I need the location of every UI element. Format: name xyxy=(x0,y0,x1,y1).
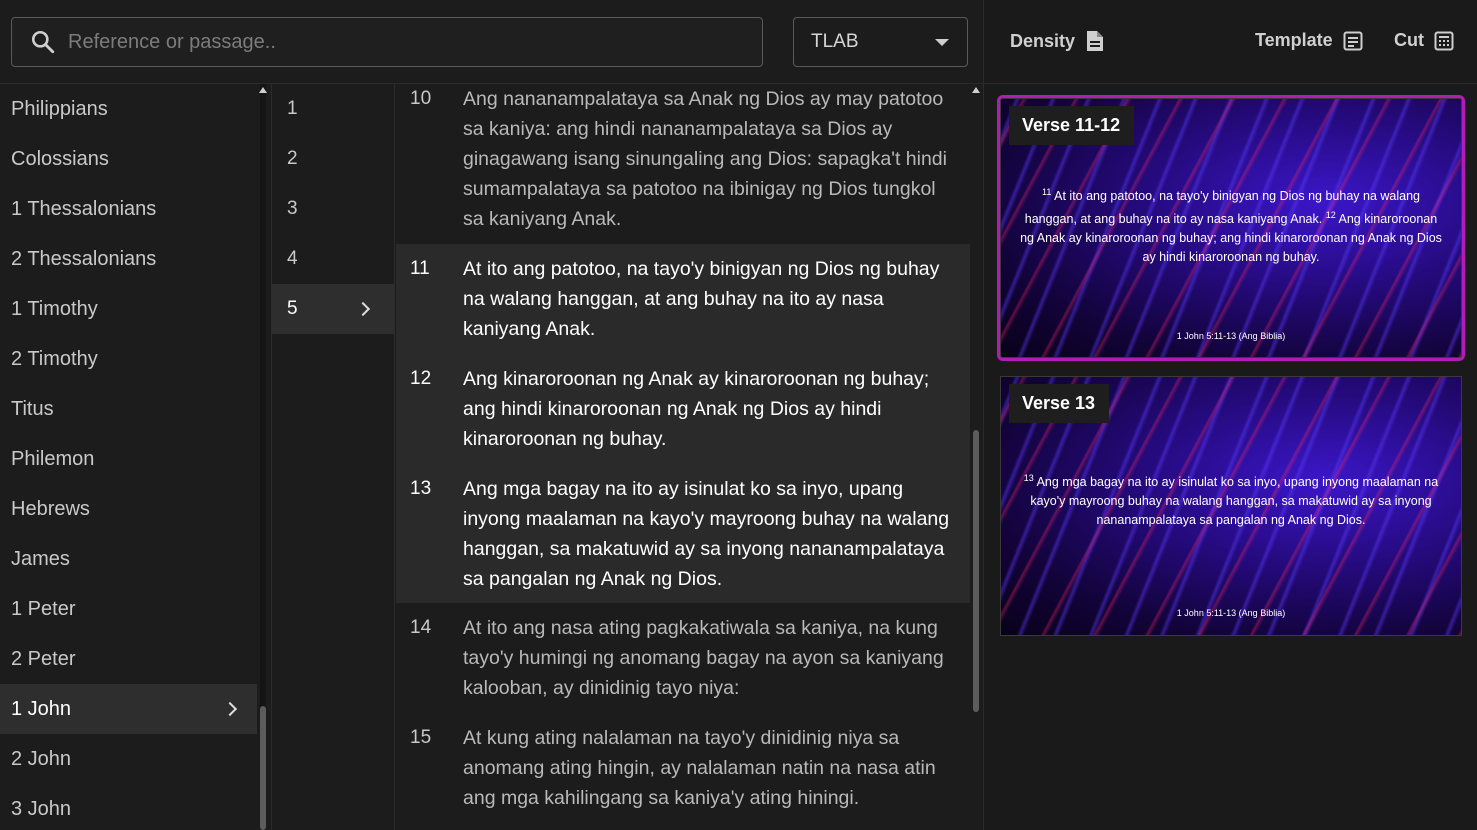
verse-text: Ang nananampalataya sa Anak ng Dios ay m… xyxy=(463,88,947,230)
verse-number: 14 xyxy=(410,617,432,638)
template-button[interactable]: Template xyxy=(1255,30,1363,51)
document-icon xyxy=(1087,31,1104,51)
book-item-1-timothy[interactable]: 1 Timothy xyxy=(0,284,257,334)
chapter-item-1[interactable]: 1 xyxy=(272,84,394,134)
verse-number: 13 xyxy=(410,478,432,499)
book-list-scroll-thumb[interactable] xyxy=(260,706,266,830)
verse-item-15[interactable]: 15 At kung ating nalalaman na tayo'y din… xyxy=(396,713,970,823)
book-item-titus[interactable]: Titus xyxy=(0,384,257,434)
verse-item-13[interactable]: 13 Ang mga bagay na ito ay isinulat ko s… xyxy=(396,464,970,603)
slide-card-verse-13[interactable]: Verse 13 13 Ang mga bagay na ito ay isin… xyxy=(1000,376,1462,636)
verse-text: At ito ang nasa ating pagkakatiwala sa k… xyxy=(463,617,944,699)
verse-item-11[interactable]: 11 At ito ang patotoo, na tayo'y binigya… xyxy=(396,244,970,354)
slide-reference: 1 John 5:11-13 (Ang Biblia) xyxy=(1176,331,1286,341)
verse-list: 10 Ang nananampalataya sa Anak ng Dios a… xyxy=(396,84,970,830)
book-item-2-thessalonians[interactable]: 2 Thessalonians xyxy=(0,234,257,284)
book-item-philippians[interactable]: Philippians xyxy=(0,84,257,134)
book-item-1-john[interactable]: 1 John xyxy=(0,684,257,734)
chevron-right-icon xyxy=(222,701,238,717)
book-item-1-thessalonians[interactable]: 1 Thessalonians xyxy=(0,184,257,234)
chapter-item-2[interactable]: 2 xyxy=(272,134,394,184)
book-item-philemon[interactable]: Philemon xyxy=(0,434,257,484)
cut-button[interactable]: Cut xyxy=(1394,30,1454,51)
book-item-2-timothy[interactable]: 2 Timothy xyxy=(0,334,257,384)
verse-number: 10 xyxy=(410,88,432,109)
verse-list-scroll-thumb[interactable] xyxy=(973,430,979,712)
grid-icon xyxy=(1434,31,1454,50)
version-select[interactable]: TLAB xyxy=(793,17,968,67)
book-list-scroll-up-icon[interactable] xyxy=(259,87,267,93)
book-item-colossians[interactable]: Colossians xyxy=(0,134,257,184)
search-input[interactable] xyxy=(68,30,708,54)
search-icon xyxy=(31,30,55,54)
book-list: Philippians Colossians 1 Thessalonians 2… xyxy=(0,84,257,830)
book-item-2-peter[interactable]: 2 Peter xyxy=(0,634,257,684)
verse-number: 11 xyxy=(410,258,430,279)
verse-item-10[interactable]: 10 Ang nananampalataya sa Anak ng Dios a… xyxy=(396,84,970,244)
book-item-1-peter[interactable]: 1 Peter xyxy=(0,584,257,634)
verse-text: Ang mga bagay na ito ay isinulat ko sa i… xyxy=(463,478,950,590)
slide-toolbar: Density Template Cut xyxy=(984,0,1477,84)
chapter-list: 1 2 3 4 5 xyxy=(271,84,395,830)
verse-item-12[interactable]: 12 Ang kinaroroonan ng Anak ay kinaroroo… xyxy=(396,354,970,464)
verse-text: Ang kinaroroonan ng Anak ay kinaroroonan… xyxy=(463,368,930,450)
search-toolbar: TLAB xyxy=(0,0,983,84)
verse-item-14[interactable]: 14 At ito ang nasa ating pagkakatiwala s… xyxy=(396,603,970,713)
chapter-item-3[interactable]: 3 xyxy=(272,184,394,234)
version-select-value: TLAB xyxy=(811,31,859,52)
slide-text: 13 Ang mga bagay na ito ay isinulat ko s… xyxy=(1023,473,1439,528)
density-button[interactable]: Density xyxy=(1010,30,1105,52)
verse-number: 12 xyxy=(410,368,432,389)
slide-label: Verse 11-12 xyxy=(1009,106,1135,145)
slide-reference: 1 John 5:11-13 (Ang Biblia) xyxy=(1176,608,1286,618)
verse-number: 15 xyxy=(410,727,432,748)
chapter-item-5[interactable]: 5 xyxy=(272,284,394,334)
slide-label: Verse 13 xyxy=(1009,384,1110,423)
search-box[interactable] xyxy=(11,17,763,67)
slide-text: 11 At ito ang patotoo, na tayo'y binigya… xyxy=(1020,187,1442,265)
verse-text: At ito ang patotoo, na tayo'y binigyan n… xyxy=(463,258,940,340)
book-item-3-john[interactable]: 3 John xyxy=(0,784,257,830)
book-item-2-john[interactable]: 2 John xyxy=(0,734,257,784)
verse-text: At kung ating nalalaman na tayo'y dinidi… xyxy=(463,727,936,809)
chevron-right-icon xyxy=(355,301,371,317)
chapter-item-4[interactable]: 4 xyxy=(272,234,394,284)
slide-card-verse-11-12[interactable]: Verse 11-12 11 At ito ang patotoo, na ta… xyxy=(997,95,1465,361)
verse-list-scroll-up-icon[interactable] xyxy=(972,87,980,93)
book-item-hebrews[interactable]: Hebrews xyxy=(0,484,257,534)
book-item-james[interactable]: James xyxy=(0,534,257,584)
template-icon xyxy=(1343,31,1363,50)
chevron-down-icon xyxy=(935,38,949,46)
